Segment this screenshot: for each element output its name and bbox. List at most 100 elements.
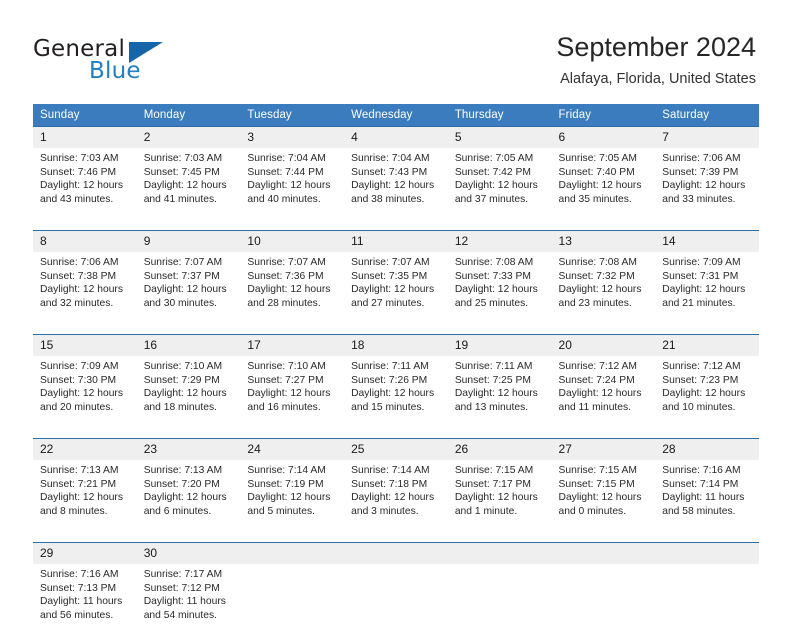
day-number[interactable]: 20 — [552, 335, 656, 357]
sunset-text: Sunset: 7:17 PM — [455, 478, 546, 492]
day-cell[interactable]: Sunrise: 7:16 AM Sunset: 7:13 PM Dayligh… — [33, 564, 137, 640]
day-number[interactable]: 6 — [552, 127, 656, 149]
day-number[interactable]: 25 — [344, 439, 448, 461]
sunrise-text: Sunrise: 7:05 AM — [455, 152, 546, 166]
day-cell[interactable]: Sunrise: 7:10 AM Sunset: 7:27 PM Dayligh… — [240, 356, 344, 432]
sunrise-text: Sunrise: 7:04 AM — [351, 152, 442, 166]
page-title: September 2024 — [556, 30, 756, 64]
day-number[interactable]: 11 — [344, 231, 448, 253]
day-number[interactable]: 27 — [552, 439, 656, 461]
sunset-text: Sunset: 7:30 PM — [40, 374, 131, 388]
day-number[interactable]: 13 — [552, 231, 656, 253]
sunset-text: Sunset: 7:13 PM — [40, 582, 131, 596]
day-number[interactable]: 19 — [448, 335, 552, 357]
day-cell[interactable]: Sunrise: 7:17 AM Sunset: 7:12 PM Dayligh… — [137, 564, 241, 640]
day-number[interactable]: 30 — [137, 543, 241, 565]
day-number[interactable]: 12 — [448, 231, 552, 253]
day-number[interactable]: 28 — [655, 439, 759, 461]
day-number[interactable]: 15 — [33, 335, 137, 357]
sunset-text: Sunset: 7:43 PM — [351, 166, 442, 180]
sunset-text: Sunset: 7:39 PM — [662, 166, 753, 180]
day-cell[interactable]: Sunrise: 7:07 AM Sunset: 7:37 PM Dayligh… — [137, 252, 241, 328]
day-number[interactable]: 2 — [137, 127, 241, 149]
day-cell[interactable]: Sunrise: 7:04 AM Sunset: 7:44 PM Dayligh… — [240, 148, 344, 224]
day-cell[interactable]: Sunrise: 7:15 AM Sunset: 7:15 PM Dayligh… — [552, 460, 656, 536]
day-cell[interactable]: Sunrise: 7:03 AM Sunset: 7:45 PM Dayligh… — [137, 148, 241, 224]
day-number[interactable]: 4 — [344, 127, 448, 149]
day-number[interactable]: 14 — [655, 231, 759, 253]
day-cell-empty — [344, 564, 448, 640]
day-cell[interactable]: Sunrise: 7:11 AM Sunset: 7:26 PM Dayligh… — [344, 356, 448, 432]
day-cell[interactable]: Sunrise: 7:06 AM Sunset: 7:39 PM Dayligh… — [655, 148, 759, 224]
sunrise-text: Sunrise: 7:14 AM — [247, 464, 338, 478]
day-cell[interactable]: Sunrise: 7:15 AM Sunset: 7:17 PM Dayligh… — [448, 460, 552, 536]
day-cell[interactable]: Sunrise: 7:12 AM Sunset: 7:23 PM Dayligh… — [655, 356, 759, 432]
sunrise-text: Sunrise: 7:16 AM — [662, 464, 753, 478]
sunset-text: Sunset: 7:44 PM — [247, 166, 338, 180]
daylight-text-line1: Daylight: 11 hours — [144, 595, 235, 609]
day-cell[interactable]: Sunrise: 7:11 AM Sunset: 7:25 PM Dayligh… — [448, 356, 552, 432]
day-number[interactable]: 26 — [448, 439, 552, 461]
day-cell[interactable]: Sunrise: 7:16 AM Sunset: 7:14 PM Dayligh… — [655, 460, 759, 536]
day-number[interactable]: 22 — [33, 439, 137, 461]
day-cell[interactable]: Sunrise: 7:14 AM Sunset: 7:19 PM Dayligh… — [240, 460, 344, 536]
sunrise-text: Sunrise: 7:15 AM — [559, 464, 650, 478]
daylight-text-line2: and 56 minutes. — [40, 609, 131, 623]
day-cell[interactable]: Sunrise: 7:12 AM Sunset: 7:24 PM Dayligh… — [552, 356, 656, 432]
week-row-details: Sunrise: 7:09 AM Sunset: 7:30 PM Dayligh… — [33, 356, 759, 432]
weekday-monday: Monday — [137, 104, 241, 127]
sunrise-text: Sunrise: 7:15 AM — [455, 464, 546, 478]
day-number[interactable]: 29 — [33, 543, 137, 565]
day-cell[interactable]: Sunrise: 7:05 AM Sunset: 7:42 PM Dayligh… — [448, 148, 552, 224]
calendar-page: General Blue September 2024 Alafaya, Flo… — [0, 0, 792, 612]
day-number[interactable]: 3 — [240, 127, 344, 149]
sunrise-text: Sunrise: 7:07 AM — [247, 256, 338, 270]
daylight-text-line2: and 20 minutes. — [40, 401, 131, 415]
day-number[interactable]: 9 — [137, 231, 241, 253]
day-cell[interactable]: Sunrise: 7:10 AM Sunset: 7:29 PM Dayligh… — [137, 356, 241, 432]
day-cell[interactable]: Sunrise: 7:06 AM Sunset: 7:38 PM Dayligh… — [33, 252, 137, 328]
daylight-text-line2: and 33 minutes. — [662, 193, 753, 207]
day-cell[interactable]: Sunrise: 7:03 AM Sunset: 7:46 PM Dayligh… — [33, 148, 137, 224]
day-number[interactable]: 18 — [344, 335, 448, 357]
day-number[interactable]: 7 — [655, 127, 759, 149]
sunrise-text: Sunrise: 7:07 AM — [144, 256, 235, 270]
day-cell[interactable]: Sunrise: 7:07 AM Sunset: 7:36 PM Dayligh… — [240, 252, 344, 328]
day-number-empty — [552, 543, 656, 565]
daylight-text-line1: Daylight: 12 hours — [247, 387, 338, 401]
daylight-text-line1: Daylight: 12 hours — [144, 179, 235, 193]
day-cell[interactable]: Sunrise: 7:13 AM Sunset: 7:20 PM Dayligh… — [137, 460, 241, 536]
daylight-text-line1: Daylight: 12 hours — [455, 387, 546, 401]
daylight-text-line2: and 43 minutes. — [40, 193, 131, 207]
day-cell[interactable]: Sunrise: 7:09 AM Sunset: 7:31 PM Dayligh… — [655, 252, 759, 328]
day-cell[interactable]: Sunrise: 7:05 AM Sunset: 7:40 PM Dayligh… — [552, 148, 656, 224]
brand-name-blue: Blue — [89, 58, 141, 84]
day-number[interactable]: 8 — [33, 231, 137, 253]
brand-logo[interactable]: General Blue — [33, 36, 213, 88]
day-cell[interactable]: Sunrise: 7:07 AM Sunset: 7:35 PM Dayligh… — [344, 252, 448, 328]
sunrise-text: Sunrise: 7:06 AM — [662, 152, 753, 166]
day-number[interactable]: 17 — [240, 335, 344, 357]
sunrise-text: Sunrise: 7:10 AM — [247, 360, 338, 374]
sunset-text: Sunset: 7:18 PM — [351, 478, 442, 492]
calendar-grid: Sunday Monday Tuesday Wednesday Thursday… — [33, 104, 759, 640]
sunrise-text: Sunrise: 7:12 AM — [662, 360, 753, 374]
day-cell[interactable]: Sunrise: 7:04 AM Sunset: 7:43 PM Dayligh… — [344, 148, 448, 224]
day-cell[interactable]: Sunrise: 7:09 AM Sunset: 7:30 PM Dayligh… — [33, 356, 137, 432]
day-cell[interactable]: Sunrise: 7:08 AM Sunset: 7:33 PM Dayligh… — [448, 252, 552, 328]
day-cell[interactable]: Sunrise: 7:08 AM Sunset: 7:32 PM Dayligh… — [552, 252, 656, 328]
sunrise-text: Sunrise: 7:13 AM — [40, 464, 131, 478]
day-number[interactable]: 16 — [137, 335, 241, 357]
week-row-number-band: 22 23 24 25 26 27 28 — [33, 439, 759, 461]
day-number[interactable]: 24 — [240, 439, 344, 461]
sunset-text: Sunset: 7:37 PM — [144, 270, 235, 284]
day-number[interactable]: 1 — [33, 127, 137, 149]
day-number[interactable]: 10 — [240, 231, 344, 253]
day-number[interactable]: 5 — [448, 127, 552, 149]
day-cell[interactable]: Sunrise: 7:14 AM Sunset: 7:18 PM Dayligh… — [344, 460, 448, 536]
sunset-text: Sunset: 7:45 PM — [144, 166, 235, 180]
daylight-text-line1: Daylight: 12 hours — [559, 491, 650, 505]
day-number[interactable]: 23 — [137, 439, 241, 461]
day-number[interactable]: 21 — [655, 335, 759, 357]
day-cell[interactable]: Sunrise: 7:13 AM Sunset: 7:21 PM Dayligh… — [33, 460, 137, 536]
